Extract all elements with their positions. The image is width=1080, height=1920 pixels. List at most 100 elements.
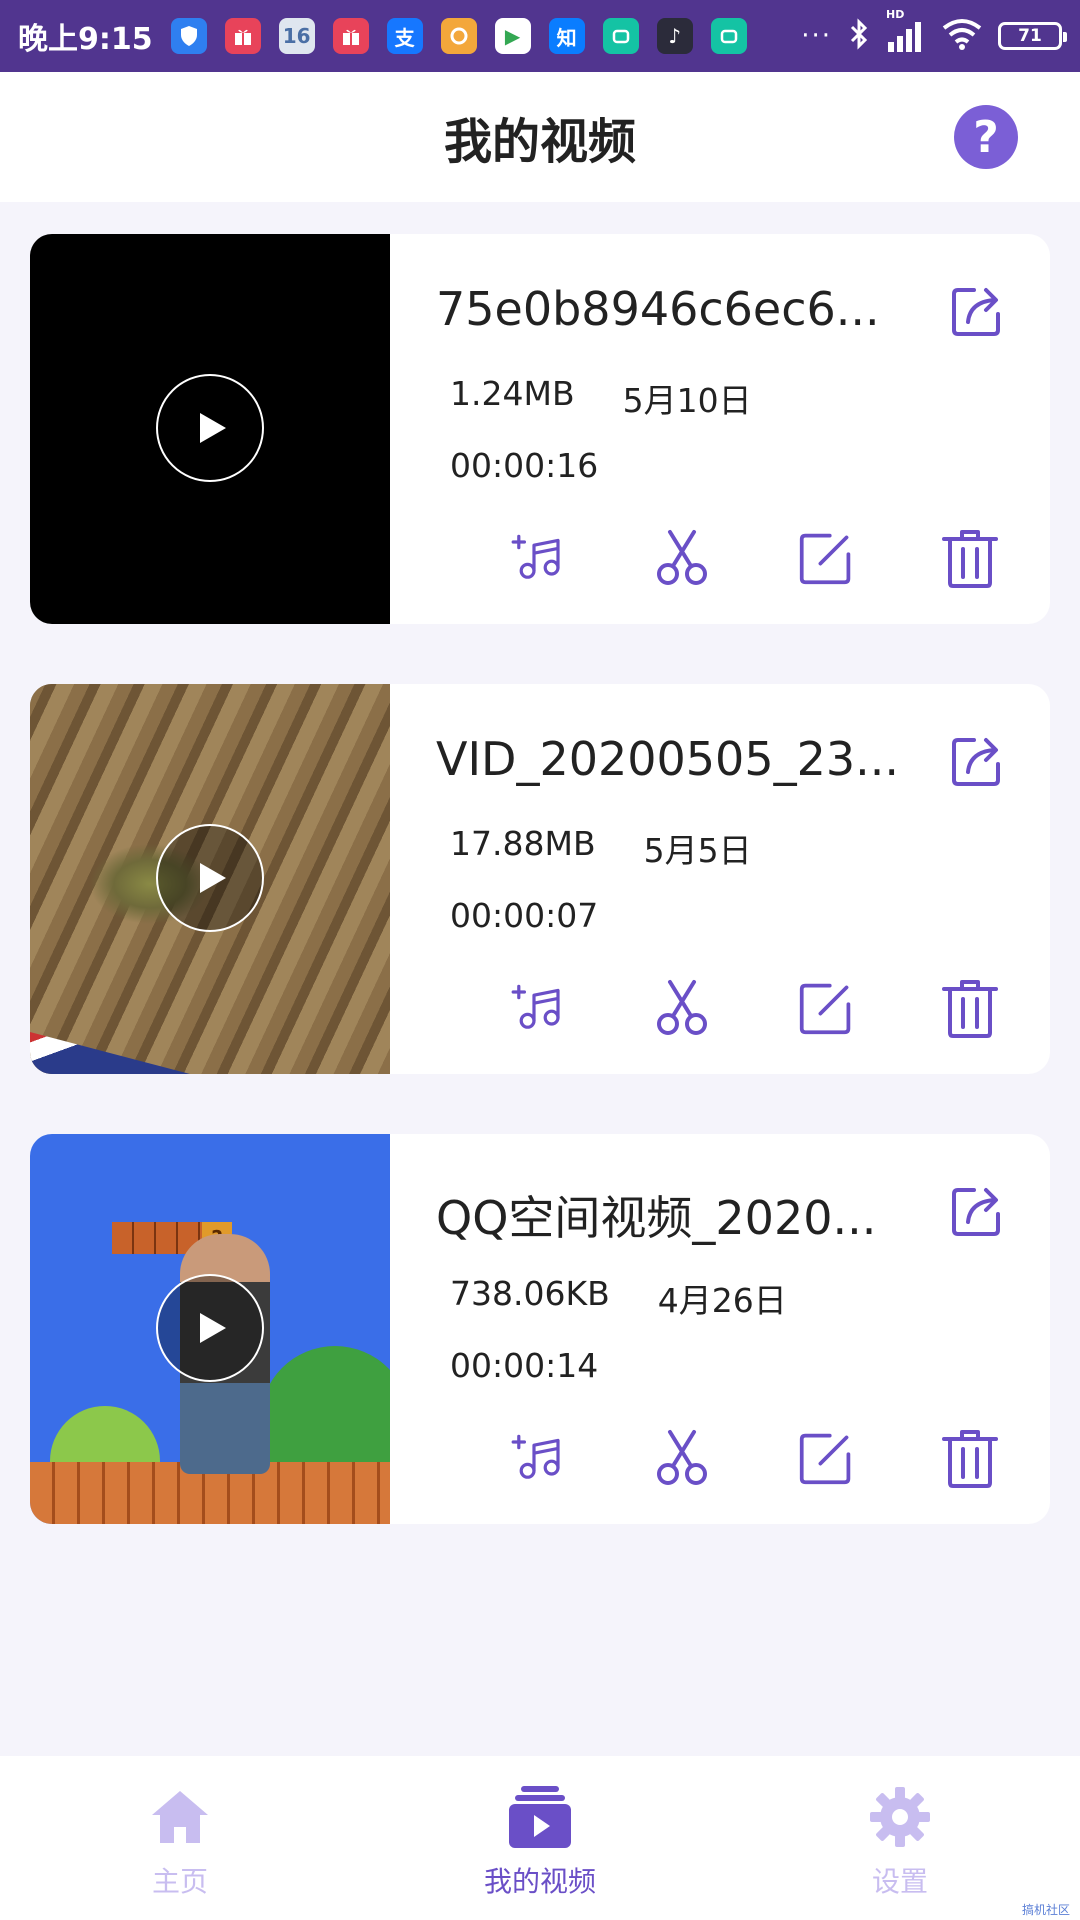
video-info: QQ空间视频_2020... 738.06KB 4月26日 00:00:14 — [390, 1134, 1050, 1524]
bluetooth-icon — [848, 18, 870, 54]
help-button[interactable]: ? — [954, 105, 1018, 169]
cut-button[interactable] — [654, 528, 710, 588]
status-bar: 晚上9:15 16 支 ▶ 知 ♪ ··· HD 71 — [0, 0, 1080, 72]
video-library-icon — [505, 1782, 575, 1852]
green-app-icon-2 — [710, 18, 747, 54]
video-name: VID_20200505_23... — [436, 732, 899, 786]
nav-item-home[interactable]: 主页 — [0, 1756, 360, 1920]
nav-item-my-videos[interactable]: 我的视频 — [360, 1756, 720, 1920]
edit-icon — [799, 983, 851, 1035]
video-size: 1.24MB — [450, 374, 575, 413]
video-actions — [510, 1428, 998, 1488]
video-name: 75e0b8946c6ec6... — [436, 282, 880, 336]
calendar-app-icon: 16 — [278, 18, 315, 54]
delete-button[interactable] — [942, 978, 998, 1038]
video-meta: 738.06KB 4月26日 — [450, 1274, 787, 1322]
share-icon — [952, 288, 1000, 336]
add-music-button[interactable] — [510, 978, 566, 1038]
nav-label-my-videos: 我的视频 — [483, 1865, 596, 1898]
add-music-icon — [511, 534, 560, 579]
nav-label-settings: 设置 — [871, 1865, 928, 1898]
notification-icons: 16 支 ▶ 知 ♪ — [170, 18, 747, 54]
thumbnail-detail — [260, 1346, 390, 1466]
green-app-icon — [602, 18, 639, 54]
video-actions — [510, 528, 998, 588]
video-card[interactable]: 75e0b8946c6ec6... 1.24MB 5月10日 00:00:16 — [30, 234, 1050, 624]
edit-button[interactable] — [798, 528, 854, 588]
share-button[interactable] — [948, 280, 1008, 340]
play-store-app-icon: ▶ — [494, 18, 531, 54]
play-icon — [200, 413, 226, 443]
status-time: 晚上9:15 — [18, 22, 153, 57]
add-music-button[interactable] — [510, 1428, 566, 1488]
video-thumbnail[interactable]: ? — [30, 1134, 390, 1524]
edit-button[interactable] — [798, 1428, 854, 1488]
thumbnail-detail — [50, 1406, 160, 1466]
play-icon — [200, 863, 226, 893]
share-icon — [952, 738, 1000, 786]
watermark: 搞机社区 — [1021, 1903, 1070, 1917]
trash-icon — [942, 1430, 998, 1488]
gift-app-icon-2 — [332, 18, 369, 54]
tiktok-app-icon: ♪ — [656, 18, 693, 54]
video-name: QQ空间视频_2020... — [436, 1191, 877, 1245]
play-icon — [200, 1313, 226, 1343]
video-date: 4月26日 — [657, 1281, 787, 1320]
alipay-app-icon: 支 — [386, 18, 423, 54]
scissors-icon — [657, 980, 707, 1035]
gift-app-icon — [224, 18, 261, 54]
video-list: 75e0b8946c6ec6... 1.24MB 5月10日 00:00:16 — [30, 234, 1050, 1584]
video-meta: 1.24MB 5月10日 — [450, 374, 752, 422]
hd-label: HD — [886, 8, 905, 21]
home-icon — [145, 1782, 215, 1852]
battery-icon: 71 — [998, 22, 1067, 50]
signal-icon: HD — [886, 8, 926, 52]
share-icon — [952, 1188, 1000, 1236]
more-notifications-icon: ··· — [801, 21, 832, 51]
play-button[interactable] — [156, 374, 264, 482]
add-music-icon — [511, 984, 560, 1029]
add-music-icon — [511, 1434, 560, 1479]
edit-icon — [799, 533, 851, 585]
video-date: 5月10日 — [622, 381, 752, 420]
video-duration: 00:00:16 — [450, 446, 599, 485]
video-info: 75e0b8946c6ec6... 1.24MB 5月10日 00:00:16 — [390, 234, 1050, 624]
shield-app-icon — [170, 18, 207, 54]
video-thumbnail[interactable] — [30, 684, 390, 1074]
add-music-button[interactable] — [510, 528, 566, 588]
video-date: 5月5日 — [643, 831, 752, 870]
play-button[interactable] — [156, 824, 264, 932]
scissors-icon — [657, 530, 707, 585]
video-duration: 00:00:14 — [450, 1346, 599, 1385]
delete-button[interactable] — [942, 528, 998, 588]
video-info: VID_20200505_23... 17.88MB 5月5日 00:00:07 — [390, 684, 1050, 1074]
trash-icon — [942, 530, 998, 588]
bottom-nav: 主页 我的视频 设置 搞机社区 — [0, 1756, 1080, 1920]
nav-item-settings[interactable]: 设置 — [720, 1756, 1080, 1920]
cut-button[interactable] — [654, 978, 710, 1038]
page-title: 我的视频 — [443, 114, 636, 170]
share-button[interactable] — [948, 730, 1008, 790]
video-size: 17.88MB — [450, 824, 596, 863]
video-card[interactable]: ? QQ空间视频_2020... 738.06KB 4月26日 00:00:14 — [30, 1134, 1050, 1524]
video-thumbnail[interactable] — [30, 234, 390, 624]
zhihu-app-icon: 知 — [548, 18, 585, 54]
play-button[interactable] — [156, 1274, 264, 1382]
cut-button[interactable] — [654, 1428, 710, 1488]
share-button[interactable] — [948, 1180, 1008, 1240]
video-size: 738.06KB — [450, 1274, 610, 1313]
wifi-icon — [942, 18, 982, 54]
nav-label-home: 主页 — [151, 1865, 208, 1898]
orange-app-icon — [440, 18, 477, 54]
delete-button[interactable] — [942, 1428, 998, 1488]
video-card[interactable]: VID_20200505_23... 17.88MB 5月5日 00:00:07 — [30, 684, 1050, 1074]
edit-icon — [799, 1433, 851, 1485]
app-header: 我的视频 ? — [0, 72, 1080, 202]
gear-icon — [865, 1782, 935, 1852]
video-meta: 17.88MB 5月5日 — [450, 824, 752, 872]
trash-icon — [942, 980, 998, 1038]
thumbnail-detail — [30, 1032, 190, 1074]
scissors-icon — [657, 1430, 707, 1485]
video-actions — [510, 978, 998, 1038]
edit-button[interactable] — [798, 978, 854, 1038]
